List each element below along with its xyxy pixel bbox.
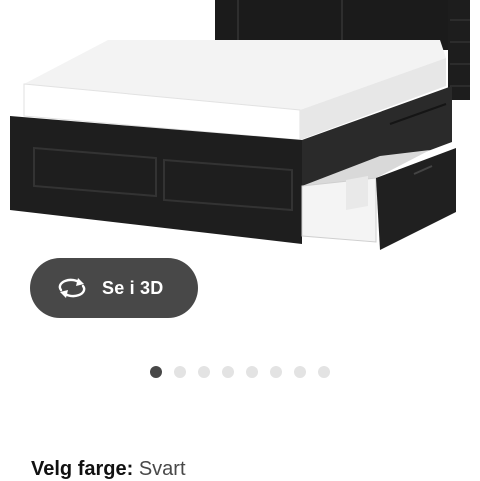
product-image[interactable] bbox=[0, 0, 480, 255]
rotate-arrows-icon bbox=[56, 274, 88, 302]
selected-color-value: Svart bbox=[138, 458, 186, 480]
side-shelf bbox=[448, 0, 470, 100]
color-label: Velg farge: bbox=[31, 458, 134, 480]
carousel-dot[interactable] bbox=[174, 366, 186, 378]
view-in-3d-button[interactable]: Se i 3D bbox=[30, 258, 198, 318]
carousel-dot[interactable] bbox=[222, 366, 234, 378]
carousel-dot[interactable] bbox=[198, 366, 210, 378]
carousel-dot[interactable] bbox=[246, 366, 258, 378]
carousel-dot[interactable] bbox=[318, 366, 330, 378]
carousel-dot[interactable] bbox=[150, 366, 162, 378]
carousel-dot[interactable] bbox=[294, 366, 306, 378]
color-selector[interactable]: Velg farge: Svart bbox=[31, 458, 186, 481]
carousel-dot[interactable] bbox=[270, 366, 282, 378]
view-in-3d-label: Se i 3D bbox=[102, 277, 164, 298]
image-carousel-dots bbox=[150, 366, 330, 378]
